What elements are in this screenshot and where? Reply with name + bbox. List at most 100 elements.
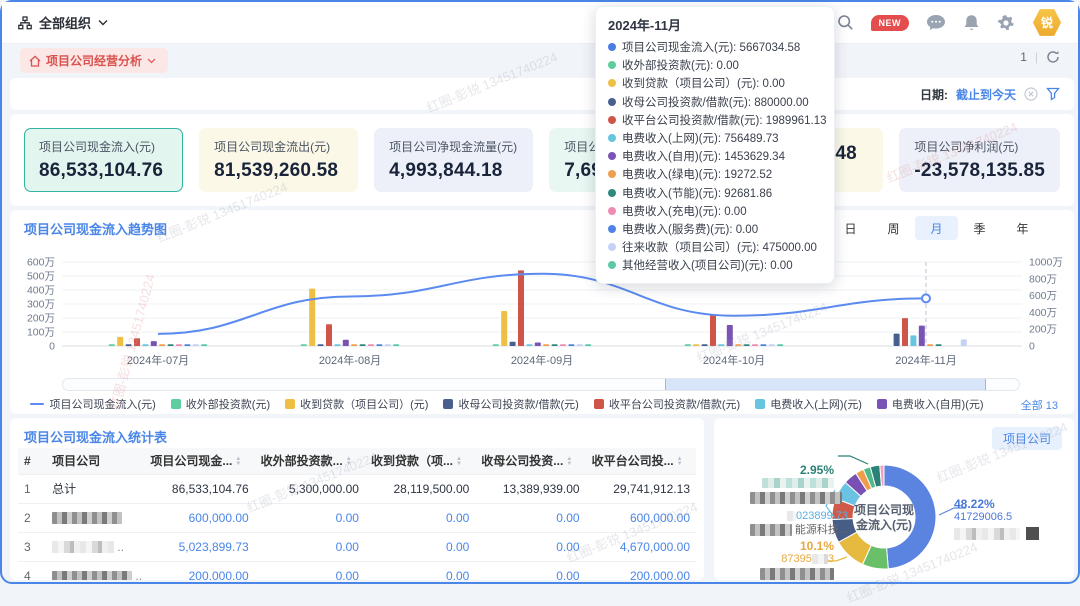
- row-index: 2: [18, 503, 46, 532]
- table-header-项目公司现金...[interactable]: 项目公司现金...▲▼: [144, 448, 254, 474]
- table-header-收平台公司投...[interactable]: 收平台公司投...▲▼: [586, 448, 696, 474]
- svg-text:600万: 600万: [27, 257, 55, 269]
- cash-inflow-table-panel: 项目公司现金流入统计表 #项目公司项目公司现金...▲▼收外部投资款...▲▼收…: [10, 418, 704, 580]
- legend-square-marker: [755, 399, 765, 409]
- tooltip-item-text: 收母公司投资款/借款(元): 880000.00: [622, 94, 809, 110]
- tooltip-item: 项目公司现金流入(元): 5667034.58: [608, 38, 822, 56]
- sort-caret-icon[interactable]: ▲▼: [235, 457, 241, 467]
- legend-more-link[interactable]: 全部 13: [1021, 397, 1058, 413]
- table-header-收外部投资款...[interactable]: 收外部投资款...▲▼: [255, 448, 365, 474]
- kpi-card-1[interactable]: 项目公司现金流入(元)86,533,104.76: [24, 128, 183, 192]
- kpi-cards: 项目公司现金流入(元)86,533,104.76项目公司现金流出(元)81,53…: [10, 114, 1074, 206]
- legend-item[interactable]: 项目公司现金流入(元): [30, 396, 155, 412]
- clear-filter-icon[interactable]: [1024, 87, 1038, 101]
- tooltip-item-text: 项目公司现金流入(元): 5667034.58: [622, 39, 800, 55]
- legend-item[interactable]: 收母公司投资款/借款(元): [443, 396, 578, 412]
- legend-square-marker: [285, 399, 295, 409]
- table-header-收母公司投资...[interactable]: 收母公司投资...▲▼: [475, 448, 585, 474]
- tooltip-item: 电费收入(充电)(元): 0.00: [608, 202, 822, 220]
- refresh-icon[interactable]: [1046, 50, 1060, 64]
- period-tabs: 日周月季年: [829, 216, 1044, 240]
- legend-item[interactable]: 收平台公司投资款/借款(元): [594, 396, 740, 412]
- table-row[interactable]: 2600,000.000.000.000.00600,000.00: [18, 503, 696, 532]
- svg-text:0: 0: [1029, 341, 1035, 353]
- table-row[interactable]: 3 ..5,023,899.730.000.000.004,670,000.00: [18, 532, 696, 561]
- series-dot: [608, 207, 616, 215]
- new-badge[interactable]: NEW: [871, 15, 910, 31]
- table-header-row: #项目公司项目公司现金...▲▼收外部投资款...▲▼收到贷款（项...▲▼收母…: [18, 448, 696, 474]
- tooltip-item: 收外部投资款(元): 0.00: [608, 56, 822, 74]
- chevron-down-icon: [147, 58, 156, 64]
- kpi-card-3[interactable]: 项目公司净现金流量(元)4,993,844.18: [374, 128, 533, 192]
- period-tab-日[interactable]: 日: [829, 216, 872, 240]
- tab-project-company-analysis[interactable]: 项目公司经营分析: [20, 48, 168, 73]
- series-dot: [608, 43, 616, 51]
- legend-square-marker: [594, 399, 604, 409]
- search-icon[interactable]: [837, 14, 854, 31]
- callout-teal: 2.95%: [750, 464, 834, 505]
- legend-item[interactable]: 收到贷款（项目公司）(元): [285, 396, 428, 412]
- chart-legend: 项目公司现金流入(元) 收外部投资款(元) 收到贷款（项目公司）(元) 收母公司投资款…: [10, 396, 1004, 412]
- table-header-收到贷款（项...[interactable]: 收到贷款（项...▲▼: [365, 448, 475, 474]
- series-dot: [608, 79, 616, 87]
- table-row[interactable]: 4 ..200,000.000.000.000.00200,000.00: [18, 561, 696, 580]
- svg-text:100万: 100万: [27, 327, 55, 339]
- tooltip-item-text: 其他经营收入(项目公司)(元): 0.00: [622, 257, 793, 273]
- period-tab-周[interactable]: 周: [872, 216, 915, 240]
- zoom-slider-selection[interactable]: [665, 379, 985, 390]
- sort-caret-icon[interactable]: ▲▼: [677, 457, 683, 467]
- kpi-card-value: 4,993,844.18: [389, 160, 518, 182]
- value-cell: 0.00: [255, 503, 365, 532]
- callout-blue-pct: 48.22%: [954, 498, 1069, 511]
- trend-chart[interactable]: 0100万200万300万400万500万600万0200万400万600万80…: [16, 252, 1068, 374]
- tooltip-item-text: 电费收入(上网)(元): 756489.73: [622, 130, 779, 146]
- org-selector[interactable]: 全部组织: [18, 13, 108, 32]
- sort-caret-icon[interactable]: ▲▼: [346, 457, 352, 467]
- series-dot: [608, 61, 616, 69]
- callout-yellow-pct: 10.1%: [744, 540, 834, 553]
- table-row[interactable]: 1总计86,533,104.765,300,000.0028,119,500.0…: [18, 474, 696, 503]
- kpi-card-value: 86,533,104.76: [39, 160, 168, 182]
- period-tab-季[interactable]: 季: [958, 216, 1001, 240]
- avatar-text: 锐: [1041, 14, 1053, 31]
- sort-caret-icon[interactable]: ▲▼: [566, 457, 572, 467]
- page-indicator: 1 |: [1020, 50, 1060, 64]
- bell-icon[interactable]: [963, 14, 980, 32]
- period-tab-月[interactable]: 月: [915, 216, 958, 240]
- tooltip-item: 电费收入(节能)(元): 92681.86: [608, 184, 822, 202]
- filter-funnel-icon[interactable]: [1046, 87, 1060, 101]
- legend-label: 收母公司投资款/借款(元): [458, 396, 578, 412]
- table-header-#: #: [18, 448, 46, 474]
- org-tree-icon: [18, 16, 32, 30]
- avatar[interactable]: 锐: [1032, 8, 1062, 37]
- chart-zoom-slider[interactable]: [62, 378, 1020, 391]
- row-index: 1: [18, 474, 46, 503]
- series-dot: [608, 225, 616, 233]
- svg-text:200万: 200万: [1029, 324, 1057, 336]
- value-cell: 600,000.00: [586, 503, 696, 532]
- callout-cyan: 023899.73 能源科技...: [736, 510, 848, 537]
- period-tab-年[interactable]: 年: [1001, 216, 1044, 240]
- page-number: 1: [1020, 50, 1027, 64]
- company-name-cell: ..: [46, 532, 144, 561]
- tooltip-item: 收到贷款（项目公司）(元): 0.00: [608, 74, 822, 92]
- series-dot: [608, 134, 616, 142]
- redacted-company-name: [52, 512, 122, 524]
- sort-caret-icon[interactable]: ▲▼: [456, 457, 462, 467]
- tooltip-item: 电费收入(自用)(元): 1453629.34: [608, 147, 822, 165]
- svg-text:0: 0: [49, 341, 55, 353]
- callout-cyan-name-fragment: 能源科技...: [795, 524, 848, 536]
- legend-item[interactable]: 电费收入(上网)(元): [755, 396, 862, 412]
- legend-line-marker: [30, 403, 44, 406]
- date-filter-value[interactable]: 截止到今天: [956, 86, 1016, 103]
- gear-icon[interactable]: [997, 14, 1015, 32]
- kpi-card-6[interactable]: 项目公司净利润(元)-23,578,135.85: [899, 128, 1060, 192]
- top-bar: 全部组织 案中心 NEW 锐: [2, 2, 1078, 44]
- chat-icon[interactable]: [926, 14, 946, 32]
- tooltip-item-text: 收平台公司投资款/借款(元): 1989961.13: [622, 112, 827, 128]
- kpi-card-2[interactable]: 项目公司现金流出(元)81,539,260.58: [199, 128, 358, 192]
- redacted-company-name: [52, 541, 114, 553]
- legend-item[interactable]: 收外部投资款(元): [171, 396, 270, 412]
- chevron-down-icon: [98, 19, 108, 26]
- legend-item[interactable]: 电费收入(自用)(元): [877, 396, 984, 412]
